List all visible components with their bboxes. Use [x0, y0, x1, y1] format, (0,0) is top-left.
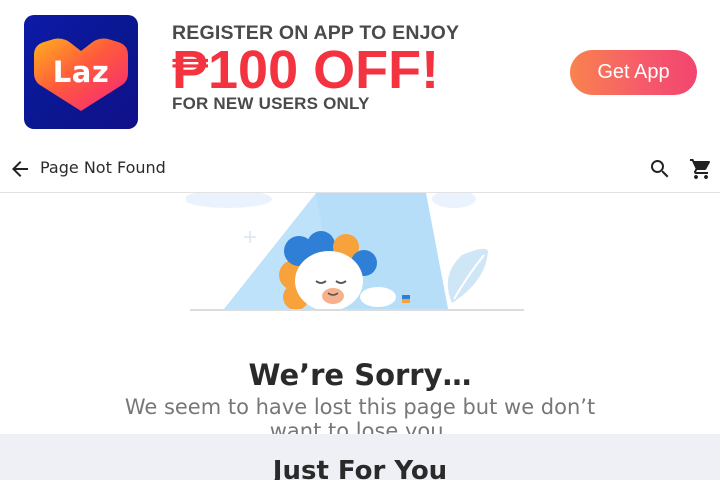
- top-nav-bar: Page Not Found: [0, 143, 720, 193]
- promo-text-block: REGISTER ON APP TO ENJOY ₱100 OFF! FOR N…: [172, 22, 492, 114]
- just-for-you-section: Just For You: [0, 434, 720, 480]
- arrow-back-icon[interactable]: [8, 157, 32, 181]
- cart-icon[interactable]: [689, 157, 713, 181]
- app-promo-banner[interactable]: Laz REGISTER ON APP TO ENJOY ₱100 OFF! F…: [0, 0, 720, 143]
- get-app-button[interactable]: Get App: [570, 50, 697, 95]
- search-icon[interactable]: [648, 157, 672, 181]
- logo-text: Laz: [52, 55, 110, 89]
- just-for-you-title: Just For You: [272, 456, 448, 480]
- promo-subline: FOR NEW USERS ONLY: [172, 94, 370, 113]
- error-title: We’re Sorry…: [248, 358, 472, 392]
- lazada-app-logo: Laz: [24, 15, 138, 129]
- promo-discount: ₱100 OFF!: [172, 40, 440, 100]
- page-title: Page Not Found: [40, 158, 166, 177]
- sleeping-lion-illustration: [186, 193, 524, 311]
